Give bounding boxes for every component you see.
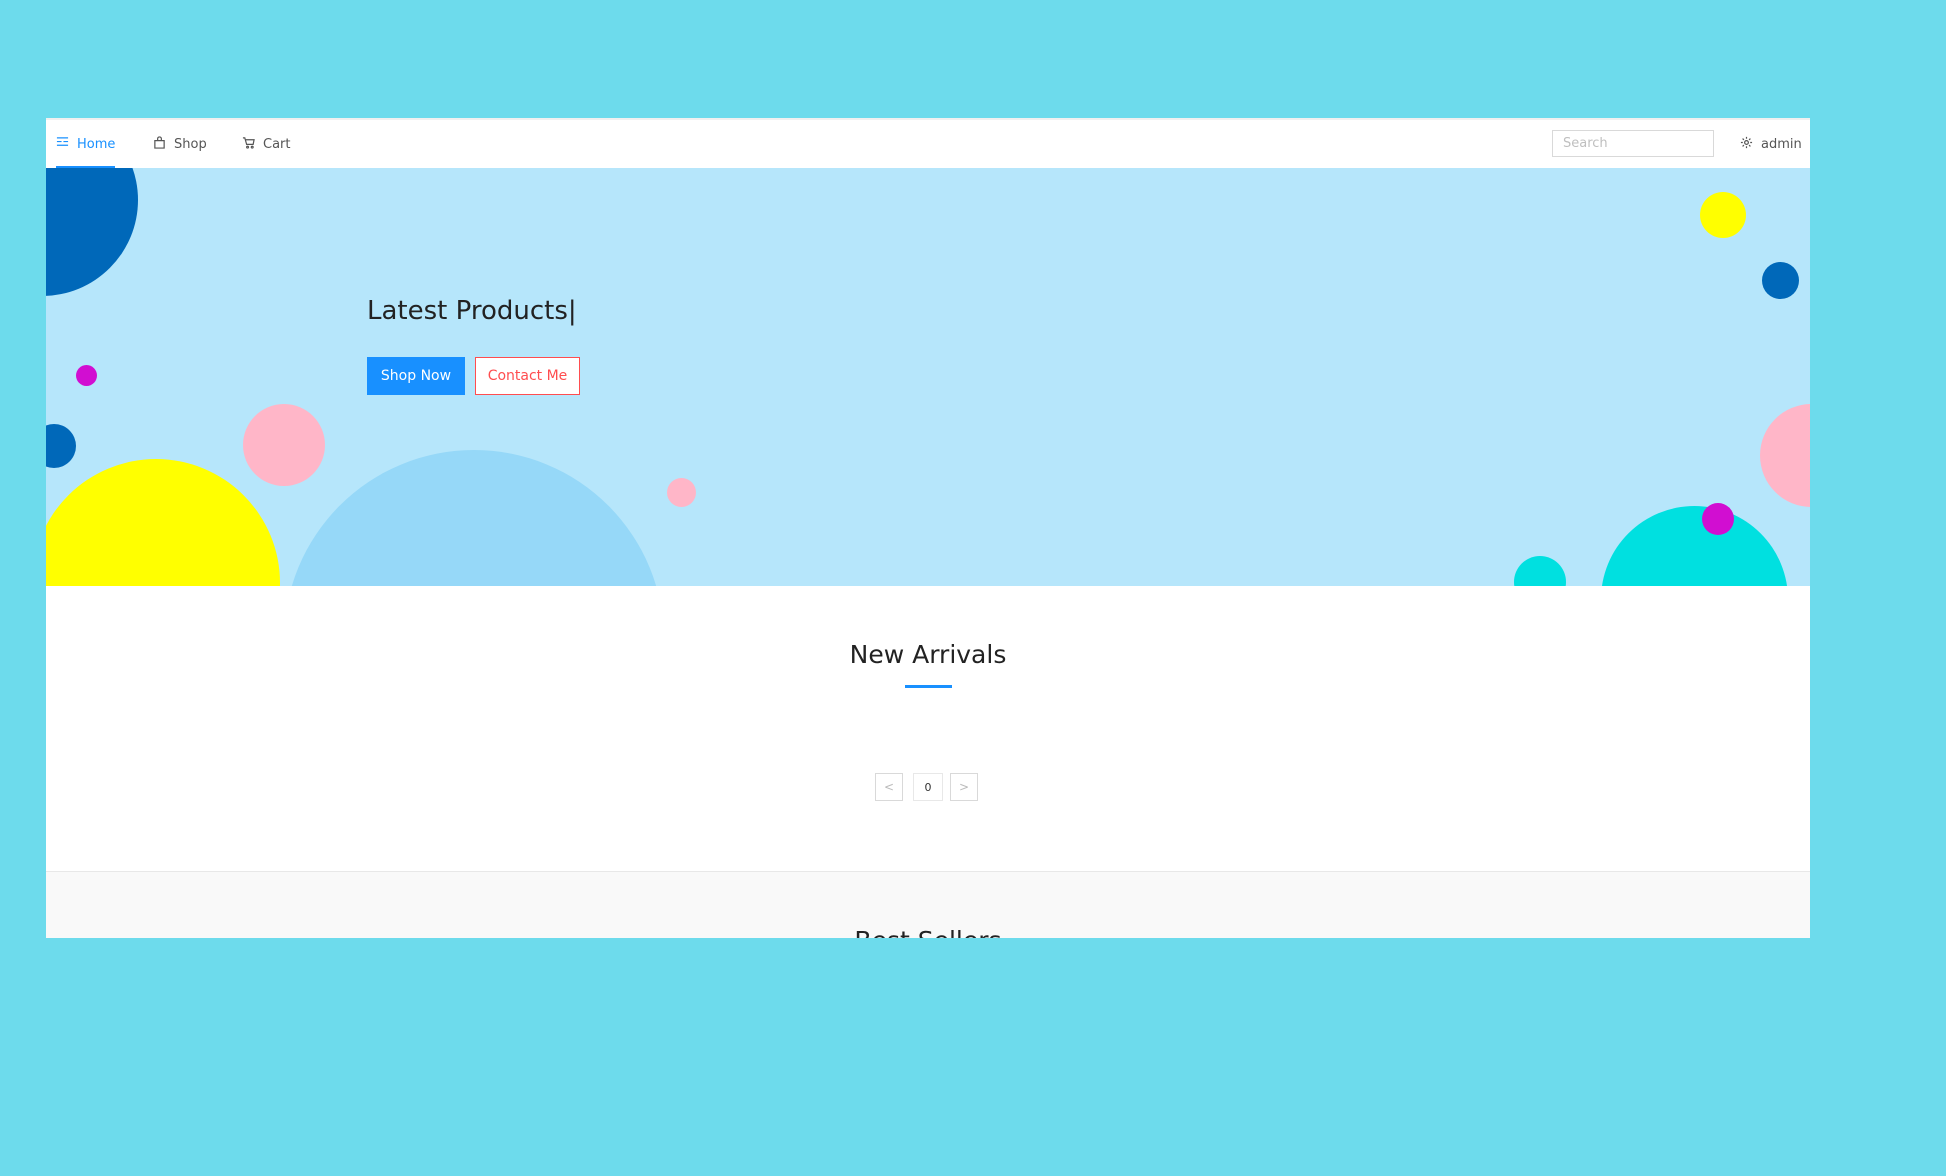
decor-circle — [1514, 556, 1566, 586]
nav-shop[interactable]: Shop — [153, 120, 207, 168]
nav-home-label: Home — [77, 136, 116, 152]
pager-prev-button[interactable]: < — [875, 773, 903, 801]
top-nav: Home Shop Cart Search admin — [46, 120, 1810, 169]
nav-home[interactable]: Home — [56, 120, 116, 168]
decor-circle — [46, 168, 138, 296]
hero-title: Latest Products| — [367, 296, 577, 326]
chevron-right-icon: > — [958, 780, 970, 794]
user-menu[interactable]: admin — [1740, 120, 1802, 168]
decor-circle — [1702, 503, 1734, 535]
nav-shop-label: Shop — [174, 136, 207, 152]
shop-now-button[interactable]: Shop Now — [367, 357, 465, 395]
decor-circle — [1762, 262, 1799, 299]
decor-circle — [46, 424, 76, 468]
gear-icon — [1740, 136, 1753, 153]
decor-circle — [46, 459, 280, 586]
home-icon — [56, 136, 69, 153]
decor-circle — [1760, 404, 1810, 507]
search-input[interactable] — [1552, 130, 1714, 157]
decor-circle — [76, 365, 97, 386]
page-number-input[interactable] — [913, 773, 943, 801]
decor-circle — [243, 404, 325, 486]
chevron-left-icon: < — [883, 780, 895, 794]
title-underline — [905, 685, 952, 688]
shop-icon — [153, 135, 166, 153]
decor-circle — [1601, 506, 1788, 586]
decor-circle — [284, 450, 664, 586]
cart-icon — [242, 136, 255, 153]
user-name: admin — [1761, 136, 1802, 152]
contact-me-button[interactable]: Contact Me — [475, 357, 580, 395]
best-sellers-section: Best Sellers — [46, 871, 1810, 938]
app-window: Home Shop Cart Search admin Latest Produ… — [46, 118, 1810, 938]
new-arrivals-title: New Arrivals — [849, 640, 1007, 669]
nav-cart-label: Cart — [263, 136, 291, 152]
nav-cart[interactable]: Cart — [242, 120, 291, 168]
decor-circle — [1700, 192, 1746, 238]
hero-banner: Latest Products| Shop Now Contact Me — [46, 168, 1810, 586]
pager-next-button[interactable]: > — [950, 773, 978, 801]
decor-circle — [667, 478, 696, 507]
best-sellers-title: Best Sellers — [46, 926, 1810, 938]
